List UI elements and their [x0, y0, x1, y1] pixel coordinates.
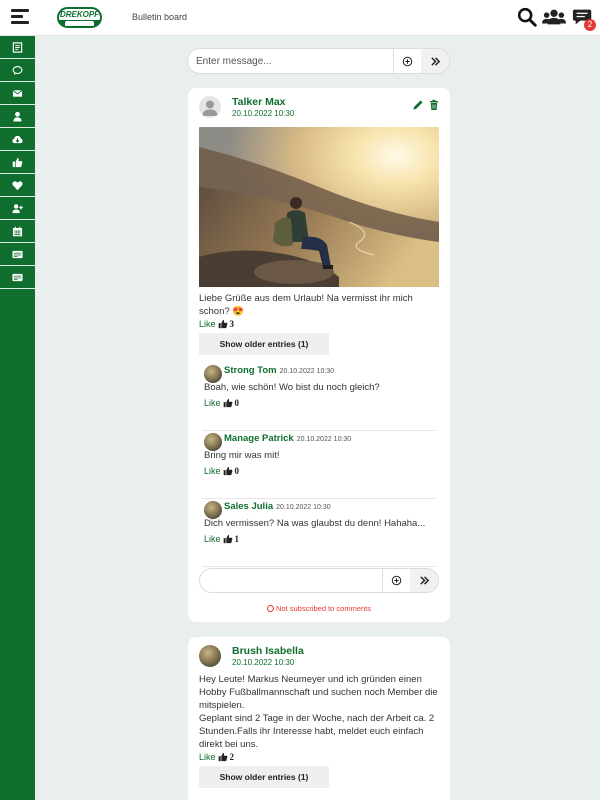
avatar[interactable] [204, 433, 222, 451]
avatar[interactable] [204, 365, 222, 383]
post-text: Liebe Grüße aus dem Urlaub! Na vermisst … [199, 293, 413, 317]
comment: Manage Patrick 20.10.2022 10:30 Bring mir… [199, 431, 439, 499]
post-author[interactable]: Brush Isabella [232, 645, 304, 657]
logo-text: DREKOPF [59, 9, 100, 20]
search-icon[interactable] [516, 6, 538, 28]
comment-date: 20.10.2022 10:30 [276, 504, 331, 511]
user-plus-icon [12, 203, 23, 213]
post-text: Hey Leute! Markus Neumeyer und ich gründ… [199, 674, 438, 750]
send-button[interactable] [421, 49, 449, 73]
sidebar-item-calendar[interactable] [0, 220, 35, 243]
like-button[interactable]: Like [199, 752, 216, 762]
thumbs-up-icon [223, 466, 232, 476]
like-row: Like 1 [204, 534, 239, 544]
sidebar-item-likes[interactable] [0, 151, 35, 174]
comment-composer [199, 568, 439, 593]
post-photo-scene [199, 127, 439, 287]
document-icon [12, 41, 23, 53]
default-avatar-icon [202, 100, 218, 116]
trash-icon[interactable] [428, 99, 440, 111]
sidebar [0, 36, 35, 800]
thumbs-up-icon [223, 534, 232, 544]
show-older-entries-button[interactable]: Show older entries (1) [199, 333, 329, 355]
calendar-icon [12, 226, 23, 236]
comment-date: 20.10.2022 10:30 [279, 368, 335, 375]
subscribe-toggle[interactable]: Not subscribed to comments [188, 604, 450, 613]
thumbs-up-icon [218, 319, 227, 329]
notification-badge: 2 [584, 19, 596, 31]
company-logo[interactable]: DREKOPF [57, 7, 102, 28]
avatar[interactable] [204, 501, 222, 519]
sidebar-item-documents[interactable] [0, 36, 35, 59]
thumbs-up-icon [223, 398, 232, 408]
comment-author: Manage Patrick 20.10.2022 10:30 [224, 433, 352, 444]
card-icon [12, 250, 23, 258]
comment-input[interactable] [200, 569, 382, 592]
send-comment-button[interactable] [410, 569, 438, 592]
avatar[interactable] [199, 96, 221, 118]
sidebar-item-profile[interactable] [0, 105, 35, 128]
sidebar-item-cards-2[interactable] [0, 266, 35, 289]
add-attachment-button[interactable] [382, 569, 410, 592]
like-row: Like 3 [199, 319, 234, 329]
sidebar-item-messages[interactable] [0, 59, 35, 82]
sidebar-item-downloads[interactable] [0, 128, 35, 151]
circle-icon [266, 605, 274, 612]
comment-text: Dich vermissen? Na was glaubst du denn! … [204, 518, 426, 529]
heart-icon [12, 180, 23, 190]
edit-icon[interactable] [412, 99, 424, 111]
like-count: 1 [234, 534, 240, 544]
like-button[interactable]: Like [204, 534, 221, 544]
like-row: Like 0 [204, 398, 239, 408]
envelope-icon [12, 89, 23, 97]
menu-icon[interactable] [11, 9, 31, 25]
post-card: Brush Isabella 20.10.2022 10:30 Hey Leut… [188, 637, 450, 800]
post-card: Talker Max 20.10.2022 10:30 Liebe Grüße … [188, 88, 450, 622]
like-count: 0 [234, 466, 240, 476]
thumbs-up-icon [12, 157, 23, 167]
sidebar-item-cards[interactable] [0, 243, 35, 266]
thumbs-up-icon [218, 752, 227, 762]
add-attachment-button[interactable] [393, 49, 421, 73]
page-title: Bulletin board [132, 12, 188, 22]
double-chevron-right-icon [419, 576, 429, 585]
sidebar-item-favorites[interactable] [0, 174, 35, 197]
comment-text: Boah, wie schön! Wo bist du noch gleich? [204, 382, 380, 393]
cloud-download-icon [12, 135, 23, 143]
top-bar: DREKOPF Bulletin board 2 [0, 0, 600, 36]
like-button[interactable]: Like [204, 466, 221, 476]
sidebar-item-add-user[interactable] [0, 197, 35, 220]
comment-author: Strong Tom 20.10.2022 10:30 [224, 365, 335, 376]
post-author[interactable]: Talker Max [232, 96, 286, 108]
users-icon[interactable] [542, 6, 566, 28]
double-chevron-right-icon [430, 56, 440, 66]
divider [202, 566, 436, 567]
user-icon [13, 111, 22, 122]
avatar[interactable] [199, 645, 221, 667]
like-count: 0 [234, 398, 240, 408]
comment: Strong Tom 20.10.2022 10:30 Boah, wie sch… [199, 363, 439, 431]
like-count: 2 [229, 752, 235, 762]
comment-author: Sales Julia 20.10.2022 10:30 [224, 501, 331, 512]
post-date: 20.10.2022 10:30 [232, 658, 295, 667]
speech-bubble-icon [12, 65, 23, 75]
comment: Sales Julia 20.10.2022 10:30 Dich vermiss… [199, 499, 439, 567]
comment-date: 20.10.2022 10:30 [296, 436, 352, 443]
plus-circle-icon [391, 575, 402, 586]
message-input[interactable] [188, 49, 393, 73]
like-count: 3 [229, 319, 235, 329]
like-row: Like 2 [199, 752, 234, 762]
like-row: Like 0 [204, 466, 239, 476]
comment-text: Bring mir was mit! [204, 450, 280, 461]
card-icon [12, 273, 23, 281]
plus-circle-icon [402, 56, 413, 66]
like-button[interactable]: Like [204, 398, 221, 408]
message-composer [187, 48, 450, 74]
like-button[interactable]: Like [199, 319, 216, 329]
post-date: 20.10.2022 10:30 [232, 109, 295, 118]
show-older-entries-button[interactable]: Show older entries (1) [199, 766, 329, 788]
sidebar-item-mail[interactable] [0, 82, 35, 105]
post-image[interactable] [199, 127, 439, 287]
